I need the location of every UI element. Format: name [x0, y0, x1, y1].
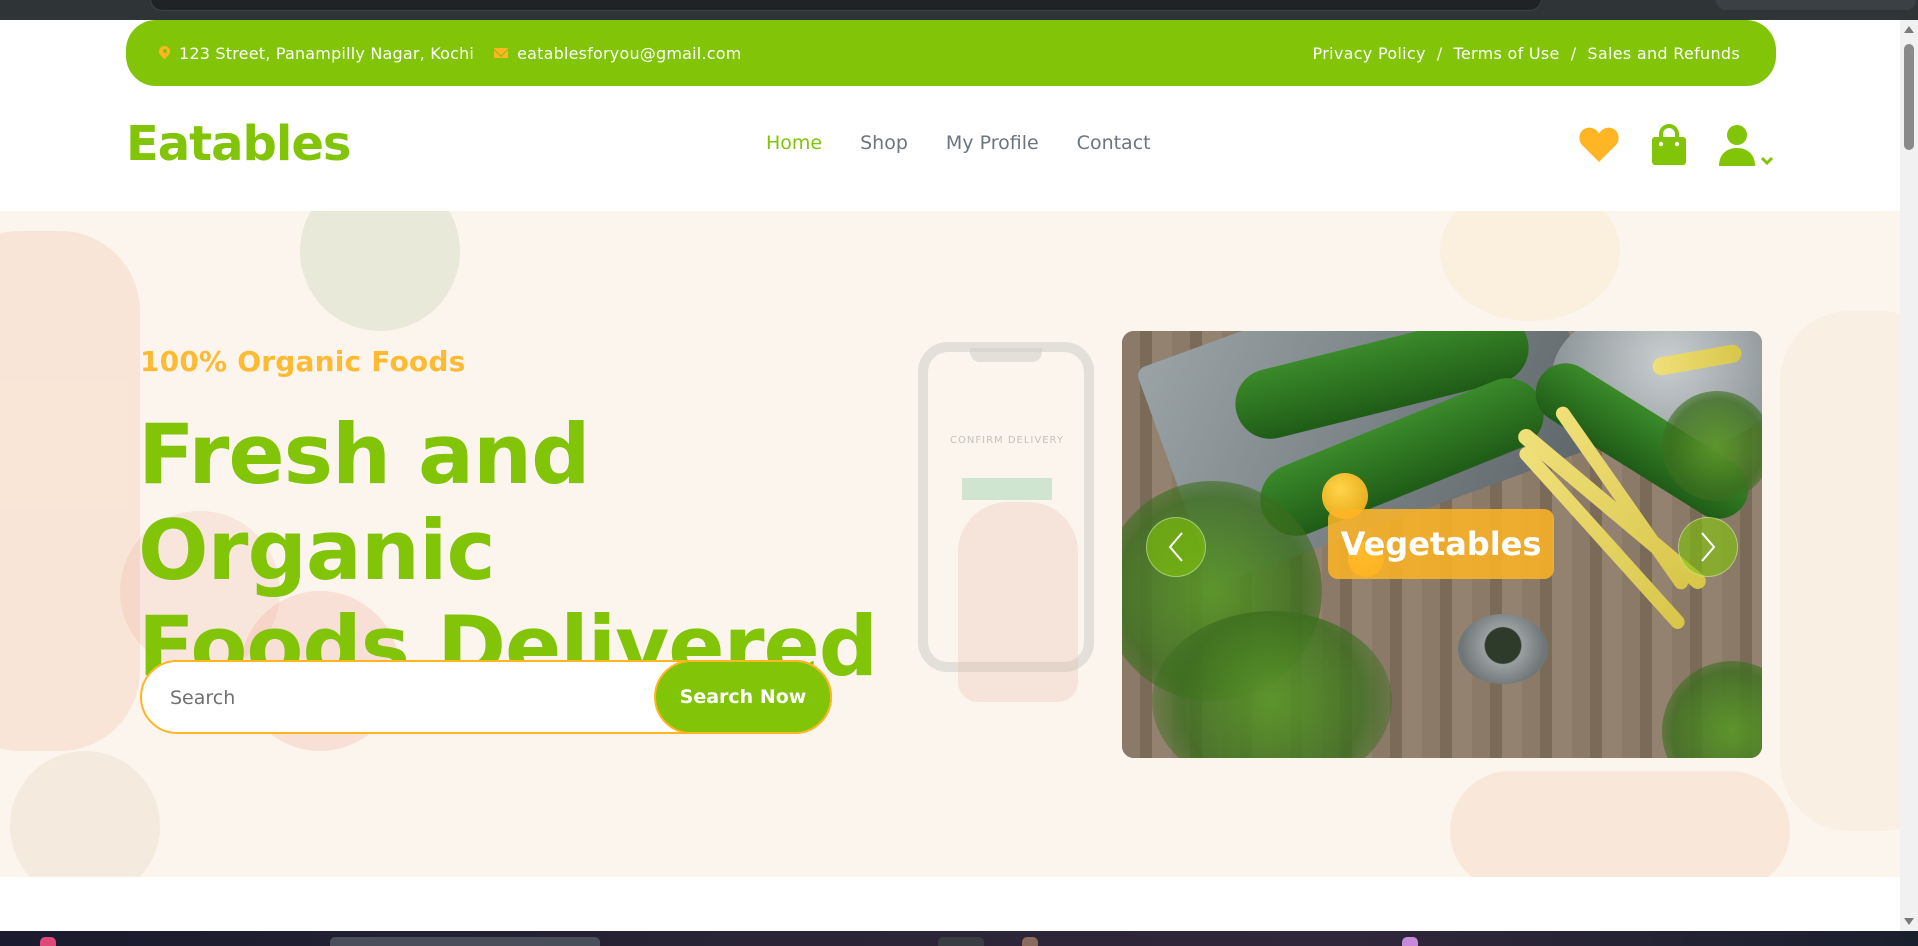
address: 123 Street, Panampilly Nagar, Kochi	[159, 44, 474, 63]
carousel-prev-button[interactable]	[1146, 517, 1206, 577]
hero-search: Search Now	[140, 660, 832, 734]
separator: /	[1436, 43, 1443, 63]
nav-item-my-profile[interactable]: My Profile	[946, 132, 1039, 154]
os-taskbar	[0, 931, 1918, 946]
phone-button	[962, 478, 1052, 500]
taskbar-app-icon[interactable]	[938, 937, 984, 946]
chevron-right-icon	[1698, 531, 1718, 563]
phone-text: CONFIRM DELIVERY	[950, 435, 1064, 446]
privacy-policy-link[interactable]: Privacy Policy	[1313, 44, 1426, 63]
hero-title-line-1: Fresh and Organic	[138, 406, 591, 599]
nav-item-contact[interactable]: Contact	[1077, 132, 1151, 154]
navbar: Eatables Home Shop My Profile Contact	[0, 86, 1900, 211]
brand-logo[interactable]: Eatables	[126, 116, 351, 172]
user-icon	[1718, 124, 1756, 166]
category-carousel: Vegetables	[1122, 331, 1762, 758]
hero-subtitle: 100% Organic Foods	[140, 345, 466, 378]
user-menu[interactable]	[1718, 124, 1774, 166]
browser-control[interactable]	[1716, 0, 1916, 10]
phone-illustration: CONFIRM DELIVERY	[918, 342, 1094, 702]
topbar: 123 Street, Panampilly Nagar, Kochi eata…	[126, 20, 1776, 86]
search-input[interactable]	[170, 680, 630, 716]
nav-item-shop[interactable]: Shop	[860, 132, 908, 154]
separator: /	[1570, 43, 1577, 63]
heart-icon[interactable]	[1578, 125, 1620, 165]
chevron-down-icon	[1760, 156, 1774, 166]
carousel-next-button[interactable]	[1678, 517, 1738, 577]
taskbar-search[interactable]	[330, 937, 600, 946]
sales-refunds-link[interactable]: Sales and Refunds	[1587, 44, 1740, 63]
shopping-bag-icon[interactable]	[1650, 124, 1688, 166]
nav-item-home[interactable]: Home	[766, 132, 822, 154]
browser-toolbar	[0, 0, 1918, 20]
terms-of-use-link[interactable]: Terms of Use	[1453, 44, 1559, 63]
chevron-left-icon	[1166, 531, 1186, 563]
scroll-up-arrow-icon[interactable]	[1904, 26, 1914, 33]
search-now-button[interactable]: Search Now	[654, 660, 832, 734]
email[interactable]: eatablesforyou@gmail.com	[494, 44, 741, 63]
address-text: 123 Street, Panampilly Nagar, Kochi	[179, 43, 475, 63]
main-menu: Home Shop My Profile Contact	[766, 132, 1151, 154]
carousel-category-label[interactable]: Vegetables	[1328, 509, 1554, 579]
email-text[interactable]: eatablesforyou@gmail.com	[517, 44, 741, 63]
topbar-links: Privacy Policy / Terms of Use / Sales an…	[1313, 20, 1740, 86]
map-pin-icon	[159, 46, 170, 60]
envelope-icon	[494, 48, 509, 58]
taskbar-app-icon[interactable]	[40, 937, 56, 946]
taskbar-app-icon[interactable]	[1402, 937, 1418, 946]
page: 123 Street, Panampilly Nagar, Kochi eata…	[0, 20, 1900, 931]
hero-section: CONFIRM DELIVERY 100% Organic Foods Fres…	[0, 211, 1900, 877]
nav-icons	[1578, 124, 1774, 166]
topbar-contact: 123 Street, Panampilly Nagar, Kochi eata…	[159, 20, 741, 86]
address-bar[interactable]	[150, 0, 1542, 11]
taskbar-app-icon[interactable]	[1022, 937, 1038, 946]
scroll-thumb[interactable]	[1904, 44, 1914, 150]
scroll-down-arrow-icon[interactable]	[1904, 918, 1914, 925]
hero-title: Fresh and Organic Foods Delivered	[138, 407, 898, 695]
page-scrollbar[interactable]	[1900, 20, 1918, 931]
